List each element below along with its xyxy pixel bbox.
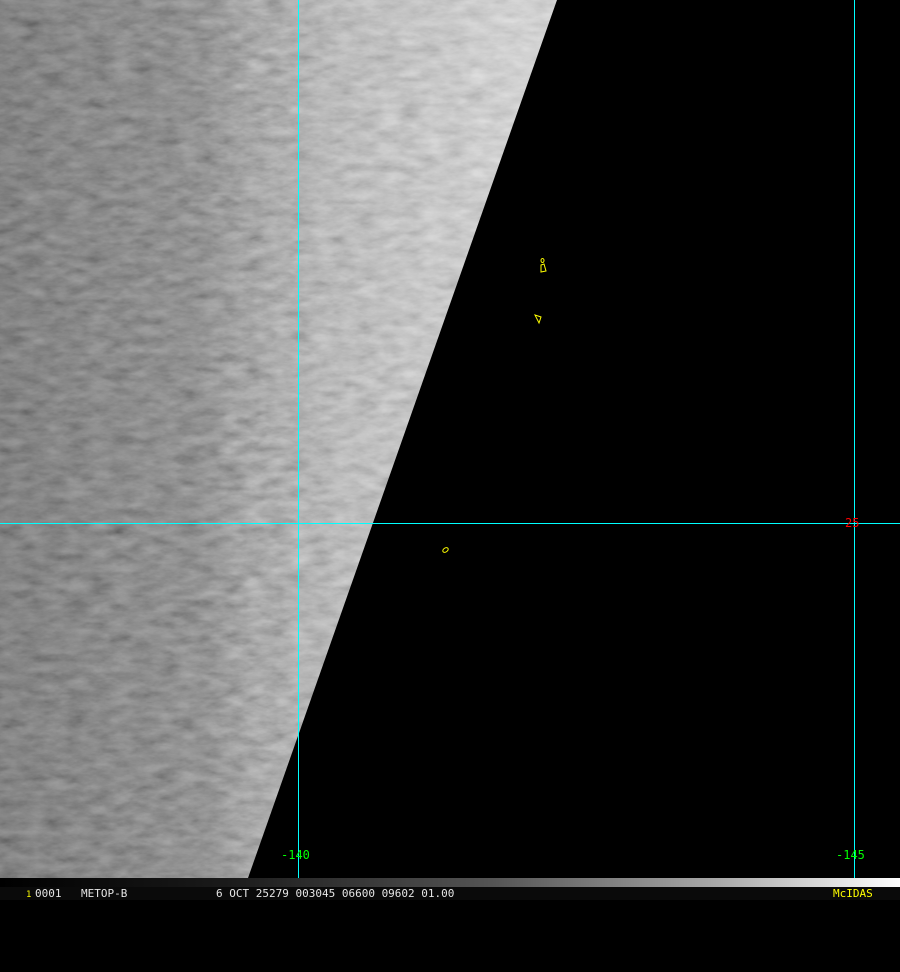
longitude-label: -140: [281, 848, 310, 862]
satellite-name: METOP-B: [81, 887, 128, 900]
satellite-imagery: [0, 0, 900, 878]
frame-id: 0001: [35, 887, 62, 900]
longitude-label: -145: [836, 848, 865, 862]
satellite-image-viewer: -140 -145 25 1 0001 METOP-B 6 OCT 25279 …: [0, 0, 900, 900]
frame-number: 1: [26, 890, 32, 900]
grayscale-color-bar: [0, 878, 900, 887]
status-text-row: 1 0001 METOP-B 6 OCT 25279 003045 06600 …: [0, 887, 900, 901]
latitude-label: 25: [845, 516, 860, 530]
software-label: McIDAS: [833, 887, 873, 900]
image-date-time-info: 6 OCT 25279 003045 06600 09602 01.00: [216, 887, 455, 900]
